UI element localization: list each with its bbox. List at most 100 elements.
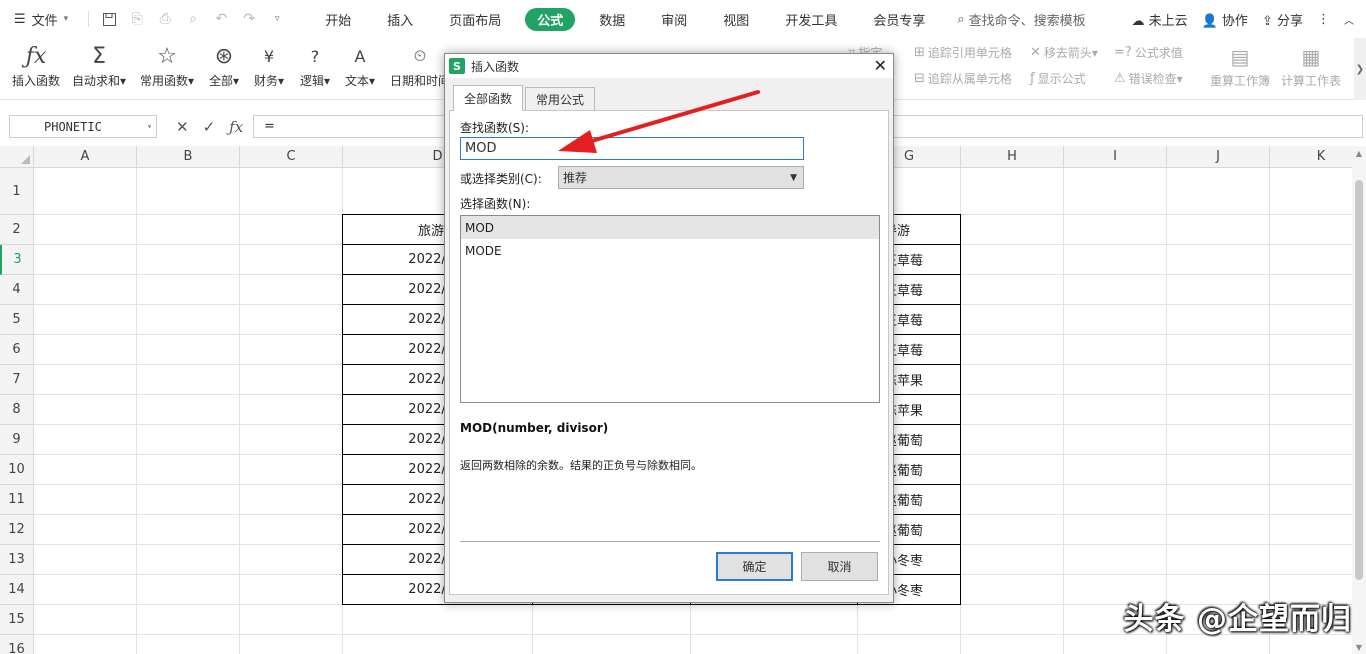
tab-member[interactable]: 会员专享 — [861, 8, 937, 31]
text-a-icon: A — [354, 46, 366, 66]
row-header-16[interactable]: 16 — [0, 635, 34, 654]
ribbon-scroll-right[interactable]: ❯ — [1354, 38, 1366, 100]
tab-data[interactable]: 数据 — [587, 8, 637, 31]
ok-button[interactable]: 确定 — [716, 552, 793, 581]
row-header-13[interactable]: 13 — [0, 545, 34, 575]
column-header-c[interactable]: C — [240, 146, 343, 168]
workbook-calc-icon: ▤ — [1230, 45, 1250, 69]
row-header-8[interactable]: 8 — [0, 395, 34, 425]
row-header-15[interactable]: 15 — [0, 605, 34, 635]
hamburger-icon: ☰ — [14, 11, 26, 27]
column-header-i[interactable]: I — [1064, 146, 1167, 168]
calc-sheet-button[interactable]: ▦ 计算工作表 — [1281, 42, 1341, 89]
row-header-5[interactable]: 5 — [0, 305, 34, 335]
list-item[interactable]: MODE — [461, 239, 879, 262]
text-button[interactable]: A 文本▾ — [345, 40, 375, 96]
all-functions-button[interactable]: ⊛ 全部▾ — [209, 40, 239, 96]
evaluate-formula-button[interactable]: =? 公式求值 — [1114, 44, 1183, 61]
export-pdf-icon[interactable]: ⎘ — [126, 8, 148, 30]
error-check-button[interactable]: ⚠ 错误检查▾ — [1114, 70, 1183, 87]
column-header-h[interactable]: H — [961, 146, 1064, 168]
row-header-9[interactable]: 9 — [0, 425, 34, 455]
chevron-right-icon: ❯ — [1355, 63, 1365, 75]
yen-icon: ¥ — [263, 46, 275, 66]
scroll-up-icon[interactable]: ▲ — [1352, 146, 1366, 160]
search-function-input[interactable]: MOD — [460, 137, 804, 160]
command-search[interactable]: ⌕ 查找命令、搜索模板 — [957, 10, 1085, 29]
row-header-6[interactable]: 6 — [0, 335, 34, 365]
date-time-button[interactable]: ⏲ 日期和时间 — [390, 40, 450, 96]
tab-all-functions[interactable]: 全部函数 — [453, 85, 524, 111]
grid-column-line — [239, 168, 240, 654]
column-header-k[interactable]: K — [1270, 146, 1352, 168]
function-list[interactable]: MOD MODE — [460, 215, 880, 403]
trace-dependents-icon: ⊟ — [914, 71, 925, 86]
common-functions-button[interactable]: ☆ 常用函数▾ — [140, 40, 194, 96]
cloud-status[interactable]: ☁ 未上云 — [1131, 10, 1187, 29]
asterisk-icon: ⊛ — [214, 43, 234, 69]
show-formulas-icon: ƒ — [1030, 71, 1035, 86]
row-header-7[interactable]: 7 — [0, 365, 34, 395]
trace-precedents-button[interactable]: ⊞ 追踪引用单元格 — [914, 44, 1012, 61]
category-select[interactable]: 推荐 ▼ — [558, 166, 804, 189]
chevron-down-icon[interactable]: ▾ — [147, 122, 152, 131]
tab-developer[interactable]: 开发工具 — [773, 8, 849, 31]
row-header-3[interactable]: 3 — [0, 245, 34, 275]
row-header-10[interactable]: 10 — [0, 455, 34, 485]
financial-button[interactable]: ¥ 财务▾ — [254, 40, 284, 96]
check-icon[interactable]: ✓ — [203, 118, 216, 136]
tab-page-layout[interactable]: 页面布局 — [437, 8, 513, 31]
logical-button[interactable]: ? 逻辑▾ — [300, 40, 330, 96]
row-header-11[interactable]: 11 — [0, 485, 34, 515]
save-icon[interactable] — [98, 8, 120, 30]
remove-arrows-icon: ✕ — [1030, 45, 1041, 60]
print-preview-icon[interactable]: ⌕ — [182, 8, 204, 30]
insert-function-button[interactable]: ƒx 插入函数 — [12, 40, 60, 96]
row-header-1[interactable]: 1 — [0, 168, 34, 215]
formula-icons: ✕ ✓ ƒx — [176, 115, 243, 138]
row-header-4[interactable]: 4 — [0, 275, 34, 305]
cancel-button[interactable]: 取消 — [801, 552, 878, 581]
row-header-2[interactable]: 2 — [0, 215, 34, 245]
undo-icon[interactable]: ↶ — [210, 8, 232, 30]
fx-icon[interactable]: ƒx — [229, 118, 243, 136]
vertical-scrollbar[interactable]: ▲ ▼ — [1352, 146, 1366, 654]
dialog-titlebar[interactable]: S 插入函数 ✕ — [445, 54, 893, 78]
column-header-b[interactable]: B — [137, 146, 240, 168]
show-formulas-button[interactable]: ƒ 显示公式 — [1030, 70, 1086, 87]
collab-button[interactable]: 👤 协作 — [1202, 10, 1248, 29]
close-icon[interactable]: ✕ — [874, 56, 887, 75]
cloud-icon: ☁ — [1131, 13, 1145, 29]
file-menu[interactable]: ☰ 文件 ▾ — [0, 0, 82, 38]
scroll-down-icon[interactable]: ▼ — [1352, 640, 1366, 654]
redo-icon[interactable]: ↷ — [238, 8, 260, 30]
tab-home[interactable]: 开始 — [313, 8, 363, 31]
more-icon[interactable]: ⋮ — [1317, 12, 1330, 27]
star-icon: ☆ — [157, 43, 177, 69]
evaluate-icon: =? — [1114, 45, 1132, 60]
name-box[interactable]: PHONETIC ▾ — [9, 115, 157, 138]
remove-arrows-button[interactable]: ✕ 移去箭头▾ — [1030, 44, 1098, 61]
column-header-j[interactable]: J — [1167, 146, 1270, 168]
print-icon[interactable]: ⎙ — [154, 8, 176, 30]
tab-insert[interactable]: 插入 — [375, 8, 425, 31]
autosum-button[interactable]: Σ 自动求和▾ — [72, 40, 126, 96]
column-header-a[interactable]: A — [34, 146, 137, 168]
list-item[interactable]: MOD — [461, 216, 879, 239]
tab-formulas[interactable]: 公式 — [525, 7, 576, 31]
tab-common-formulas[interactable]: 常用公式 — [525, 87, 596, 111]
scroll-thumb[interactable] — [1355, 180, 1363, 580]
cancel-icon[interactable]: ✕ — [176, 118, 189, 136]
tab-review[interactable]: 审阅 — [649, 8, 699, 31]
ribbon-tabs: 开始 插入 页面布局 公式 数据 审阅 视图 开发工具 会员专享 — [307, 7, 943, 31]
trace-dependents-button[interactable]: ⊟ 追踪从属单元格 — [914, 70, 1012, 87]
row-header-12[interactable]: 12 — [0, 515, 34, 545]
dialog-panel: 查找函数(S): MOD 或选择类别(C): 推荐 ▼ 选择函数(N): MOD… — [449, 110, 889, 595]
tab-view[interactable]: 视图 — [711, 8, 761, 31]
row-header-14[interactable]: 14 — [0, 575, 34, 605]
select-all-corner[interactable] — [0, 146, 34, 168]
collapse-ribbon-icon[interactable]: ︿ — [1344, 12, 1354, 27]
recalc-workbook-button[interactable]: ▤ 重算工作簿 — [1210, 42, 1270, 89]
customize-icon[interactable]: ▿ — [266, 8, 288, 30]
share-button[interactable]: ⇪ 分享 — [1262, 10, 1303, 29]
